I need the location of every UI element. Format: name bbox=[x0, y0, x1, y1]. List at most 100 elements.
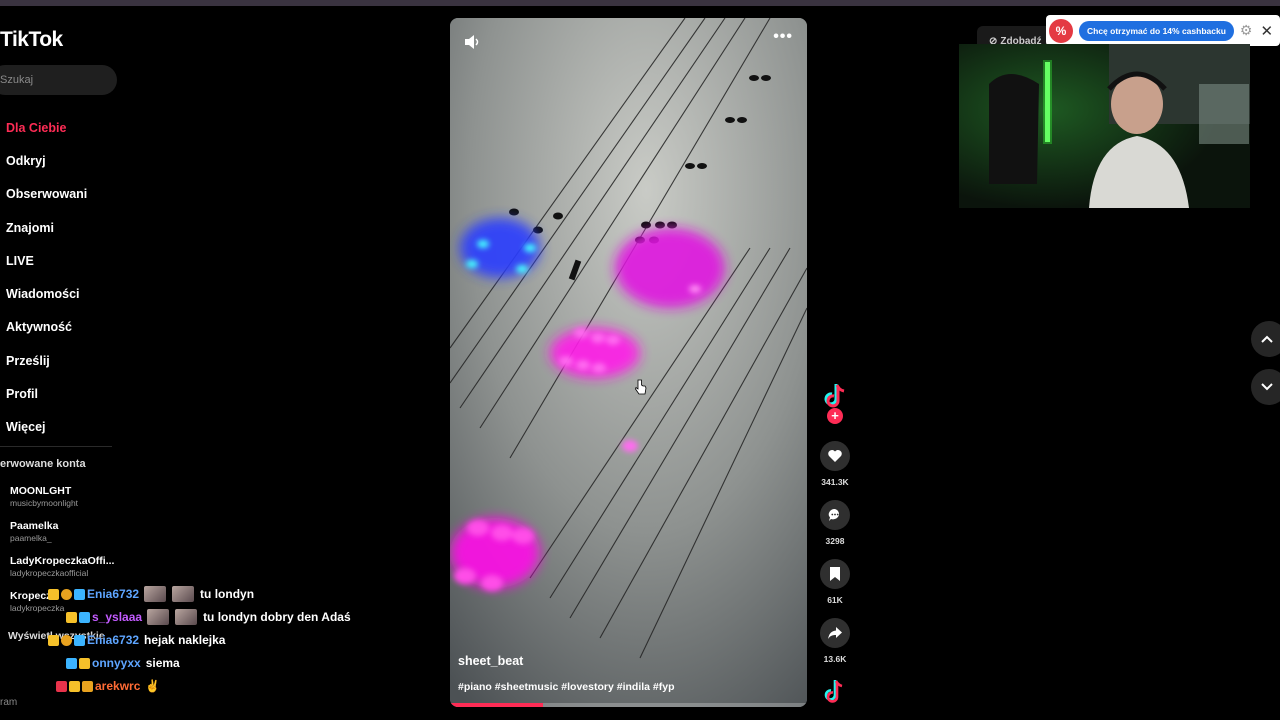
chat-text: ✌ bbox=[145, 679, 161, 693]
chat-badge-icon bbox=[79, 611, 90, 623]
nav-item-profile[interactable]: Profil bbox=[6, 377, 87, 410]
share-arrow-icon bbox=[828, 627, 842, 639]
nav-item-following[interactable]: Obserwowani bbox=[6, 178, 87, 211]
account-handle: musicbymoonlight bbox=[10, 498, 79, 508]
gear-icon[interactable]: ⚙ bbox=[1240, 22, 1253, 39]
comment-icon bbox=[828, 508, 840, 521]
speaker-icon[interactable] bbox=[463, 33, 481, 51]
chat-username: Enia6732 bbox=[87, 633, 140, 647]
sidebar-footer-text: ram bbox=[0, 697, 18, 708]
chat-text: hejak naklejka bbox=[144, 633, 226, 647]
video-player[interactable]: ••• sheet_beat #piano #sheetmusic #loves… bbox=[450, 18, 807, 707]
chat-username: Enia6732 bbox=[87, 587, 140, 601]
like-button[interactable] bbox=[820, 441, 850, 471]
chat-message: s_yslaaa tu londyn dobry den Adaś bbox=[66, 608, 351, 626]
chat-message: Enia6732 hejak naklejka bbox=[48, 631, 225, 649]
search-bar[interactable] bbox=[0, 65, 117, 95]
next-video-button[interactable] bbox=[1251, 369, 1280, 405]
nav-item-explore[interactable]: Odkryj bbox=[6, 144, 87, 177]
close-icon[interactable]: ✕ bbox=[1260, 22, 1273, 40]
chat-badge-icon bbox=[74, 634, 85, 646]
chat-badge-icon bbox=[56, 680, 67, 692]
bookmark-icon bbox=[830, 567, 840, 581]
chat-emote bbox=[144, 586, 167, 602]
nav-item-live[interactable]: LIVE bbox=[6, 244, 87, 277]
tiktok-logo[interactable]: TikTok bbox=[0, 28, 63, 52]
followed-accounts-header: erwowane konta bbox=[0, 458, 86, 470]
followed-account[interactable]: LadyKropeczkaOffi... ladykropeczkaoffici… bbox=[10, 555, 114, 578]
followed-account[interactable]: MOONLGHT musicbymoonlight bbox=[10, 485, 78, 508]
nav-item-messages[interactable]: Wiadomości bbox=[6, 277, 87, 310]
chat-badge-icon bbox=[66, 657, 77, 669]
save-button[interactable] bbox=[820, 559, 850, 589]
chevron-up-icon bbox=[1261, 335, 1273, 343]
video-progress-bar[interactable] bbox=[450, 703, 807, 707]
chat-emote bbox=[147, 609, 170, 625]
like-count: 341.3K bbox=[821, 477, 849, 487]
follow-plus-icon[interactable]: + bbox=[827, 408, 843, 424]
tiktok-note-icon bbox=[824, 384, 845, 408]
cashback-extension-bar: % Chcę otrzymać do 14% cashbacku ⚙ ✕ bbox=[1046, 15, 1280, 46]
sidebar-nav: Dla Ciebie Odkryj Obserwowani Znajomi LI… bbox=[6, 111, 87, 444]
chat-text: tu londyn bbox=[200, 587, 255, 601]
video-progress-fill bbox=[450, 703, 543, 707]
chat-message: onnyyxx siema bbox=[66, 654, 180, 672]
sidebar-divider bbox=[0, 446, 112, 447]
heart-icon bbox=[828, 450, 842, 462]
account-name: MOONLGHT bbox=[10, 485, 72, 497]
video-author[interactable]: sheet_beat bbox=[458, 654, 523, 668]
comment-action: 3298 bbox=[818, 500, 852, 546]
share-button[interactable] bbox=[820, 618, 850, 648]
account-handle: paamelka_ bbox=[10, 533, 52, 543]
video-caption[interactable]: #piano #sheetmusic #lovestory #indila #f… bbox=[458, 681, 675, 693]
nav-item-more[interactable]: Więcej bbox=[6, 411, 87, 444]
chat-badge-icon bbox=[61, 634, 72, 646]
chat-text: tu londyn dobry den Adaś bbox=[203, 610, 351, 624]
account-name: Paamelka bbox=[10, 520, 59, 532]
share-action: 13.6K bbox=[818, 618, 852, 664]
webcam-overlay bbox=[959, 44, 1250, 208]
video-frame bbox=[450, 18, 807, 707]
more-dots-icon[interactable]: ••• bbox=[773, 28, 793, 46]
search-input[interactable] bbox=[0, 74, 100, 86]
creator-avatar[interactable]: + bbox=[820, 381, 850, 424]
previous-video-button[interactable] bbox=[1251, 321, 1280, 357]
cashback-logo-icon: % bbox=[1049, 18, 1073, 43]
nav-item-upload[interactable]: Prześlij bbox=[6, 344, 87, 377]
webcam-feed bbox=[959, 44, 1250, 208]
chat-badge-icon bbox=[61, 588, 72, 600]
chat-badge-icon bbox=[69, 680, 80, 692]
nav-item-activity[interactable]: Aktywność bbox=[6, 311, 87, 344]
chat-username: arekwrc bbox=[95, 679, 141, 693]
nav-item-friends[interactable]: Znajomi bbox=[6, 211, 87, 244]
save-count: 61K bbox=[827, 595, 843, 605]
cashback-button[interactable]: Chcę otrzymać do 14% cashbacku bbox=[1079, 20, 1234, 41]
chat-badge-icon bbox=[66, 611, 77, 623]
chat-badge-icon bbox=[74, 588, 85, 600]
account-handle: ladykropeczka bbox=[10, 603, 65, 613]
account-name: LadyKropeczkaOffi... bbox=[10, 555, 115, 567]
chat-message: arekwrc ✌ bbox=[56, 677, 160, 695]
chat-badge-icon bbox=[48, 634, 59, 646]
chat-text: siema bbox=[145, 656, 180, 670]
share-count: 13.6K bbox=[823, 654, 847, 664]
top-strip bbox=[0, 0, 1280, 6]
chat-message: Enia6732 tu londyn bbox=[48, 585, 254, 603]
chat-username: onnyyxx bbox=[92, 656, 141, 670]
chat-badge-icon bbox=[79, 657, 90, 669]
chat-emote bbox=[175, 609, 198, 625]
music-disc-icon[interactable] bbox=[822, 678, 848, 706]
followed-account[interactable]: Paamelka paamelka_ bbox=[10, 520, 58, 543]
chevron-down-icon bbox=[1261, 383, 1273, 391]
like-action: 341.3K bbox=[818, 441, 852, 487]
chat-badge-icon bbox=[48, 588, 59, 600]
hand-cursor-icon bbox=[635, 379, 647, 395]
nav-item-for-you[interactable]: Dla Ciebie bbox=[6, 111, 87, 144]
save-action: 61K bbox=[818, 559, 852, 605]
chat-badge-icon bbox=[82, 680, 93, 692]
comment-button[interactable] bbox=[820, 500, 850, 530]
account-handle: ladykropeczkaofficial bbox=[10, 568, 89, 578]
comment-count: 3298 bbox=[825, 536, 845, 546]
chat-emote bbox=[172, 586, 195, 602]
chat-username: s_yslaaa bbox=[92, 610, 143, 624]
